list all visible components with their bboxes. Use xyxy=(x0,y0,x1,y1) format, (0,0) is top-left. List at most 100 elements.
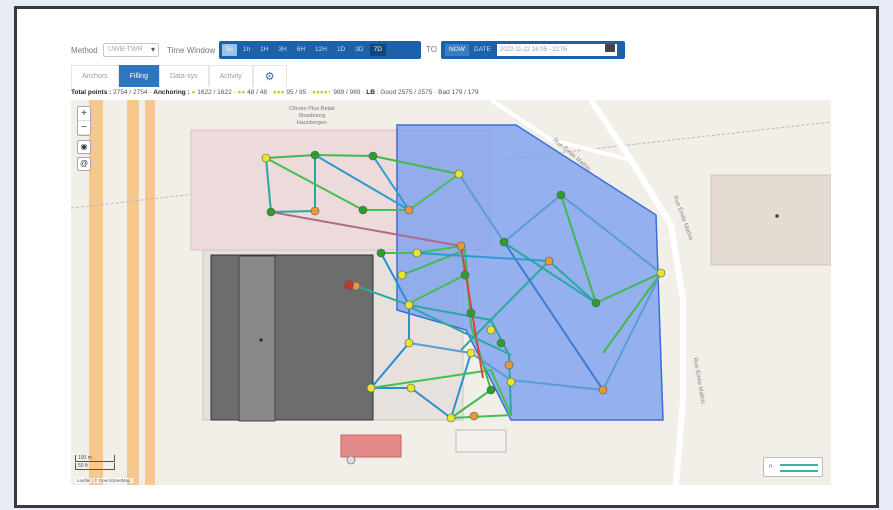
locate-icon[interactable]: ◉ xyxy=(77,140,91,154)
tab-data-sys[interactable]: Data-sys xyxy=(158,65,209,87)
anchor-marker[interactable] xyxy=(266,207,276,217)
magnet-icon: ∩ xyxy=(768,463,774,470)
time-button-5s[interactable]: 5s xyxy=(222,44,237,56)
anchoring-4-icon: ●●●●+ xyxy=(312,89,332,96)
time-window-group: 5s 1h 1H 3H 6H 12H 1D 3D 7D xyxy=(219,41,421,59)
tab-anchors[interactable]: Anchors xyxy=(71,65,119,87)
map-legend[interactable]: ∩ xyxy=(763,457,823,477)
map-attribution[interactable]: Leaflet | © OpenStreetMap xyxy=(75,478,133,483)
anchor-marker[interactable] xyxy=(656,268,666,278)
anchor-marker[interactable] xyxy=(404,205,414,215)
bad-count: Bad 179 / 179 xyxy=(438,89,479,96)
zoom-control: + − xyxy=(77,106,91,136)
place-label: Citroën Plus Retail Strasbourg Hausbergen xyxy=(289,106,335,126)
legend-line-2 xyxy=(780,470,818,472)
scale-bar: 100 m 50 ft xyxy=(75,455,115,471)
anchor-marker[interactable] xyxy=(544,256,554,266)
anchor-marker[interactable] xyxy=(504,360,514,370)
time-button-6h[interactable]: 6H xyxy=(293,44,309,56)
anchor-marker[interactable] xyxy=(460,270,470,280)
total-label: Total points : xyxy=(71,89,112,96)
tab-filling[interactable]: Filling xyxy=(118,65,159,87)
anchor-marker[interactable] xyxy=(466,348,476,358)
good-count: Good 2575 / 2575 xyxy=(380,89,433,96)
anchoring-3-icon: ●●● xyxy=(272,89,285,96)
bad-marker[interactable] xyxy=(344,280,354,290)
anchor-marker[interactable] xyxy=(406,383,416,393)
scale-bar-metric: 100 m xyxy=(75,455,115,462)
date-button[interactable]: DATE xyxy=(471,44,494,56)
lb-label: LB xyxy=(366,89,375,96)
calendar-icon[interactable] xyxy=(605,44,615,52)
layers-icon[interactable]: @ xyxy=(77,157,91,171)
road-vertical-3 xyxy=(145,100,155,485)
method-select[interactable]: UWB-TWR ▾ xyxy=(103,43,159,57)
total-value: 2754 / 2754 xyxy=(113,89,148,96)
minus-icon[interactable]: − xyxy=(78,121,90,135)
poi-dot xyxy=(259,338,263,342)
pin-marker[interactable] xyxy=(346,455,356,465)
time-window-label: Time Window xyxy=(167,46,216,55)
anchoring-1: 1622 / 1622 xyxy=(197,89,232,96)
anchor-marker[interactable] xyxy=(446,413,456,423)
anchoring-1-icon: ● xyxy=(191,89,196,96)
tab-activity[interactable]: Activity xyxy=(208,65,253,87)
road-vertical-2 xyxy=(127,100,139,485)
tab-bar: Anchors Filling Data-sys Activity ⚙ xyxy=(71,65,287,87)
poi-dot xyxy=(775,214,779,218)
anchor-marker[interactable] xyxy=(454,169,464,179)
building-red xyxy=(340,434,402,458)
anchor-marker[interactable] xyxy=(466,308,476,318)
now-button[interactable]: NOW xyxy=(445,44,469,56)
anchor-marker[interactable] xyxy=(310,206,320,216)
anchoring-2: 48 / 48 xyxy=(247,89,267,96)
building-right xyxy=(710,174,831,266)
legend-line-1 xyxy=(780,464,818,466)
time-button-3h[interactable]: 3H xyxy=(274,44,290,56)
time-button-12h[interactable]: 12H xyxy=(311,44,331,56)
method-label: Method xyxy=(71,46,98,55)
anchoring-2-icon: ●● xyxy=(237,89,246,96)
anchor-marker[interactable] xyxy=(486,385,496,395)
to-label: TO xyxy=(426,45,437,54)
anchor-marker[interactable] xyxy=(499,237,509,247)
anchor-marker[interactable] xyxy=(261,153,271,163)
plus-icon[interactable]: + xyxy=(78,107,90,121)
time-button-1d[interactable]: 1D xyxy=(333,44,349,56)
anchor-marker[interactable] xyxy=(556,190,566,200)
time-button-3d[interactable]: 3D xyxy=(351,44,367,56)
building-small xyxy=(455,429,507,453)
map-view[interactable]: Citroën Plus Retail Strasbourg Hausbergen … xyxy=(71,100,831,485)
time-button-1h-alt[interactable]: 1H xyxy=(256,44,272,56)
date-input[interactable]: 2022-11-22 16:05 - 22:05 xyxy=(497,44,617,56)
anchor-marker[interactable] xyxy=(412,248,422,258)
anchor-marker[interactable] xyxy=(404,338,414,348)
anchor-marker[interactable] xyxy=(366,383,376,393)
anchor-marker[interactable] xyxy=(469,411,479,421)
time-button-1h[interactable]: 1h xyxy=(239,44,254,56)
app-frame: Method UWB-TWR ▾ Time Window 5s 1h 1H 3H… xyxy=(14,6,879,508)
anchor-marker[interactable] xyxy=(310,150,320,160)
toolbar: Method UWB-TWR ▾ Time Window 5s 1h 1H 3H… xyxy=(17,9,876,99)
date-range-group: NOW DATE 2022-11-22 16:05 - 22:05 xyxy=(441,41,625,59)
anchoring-label: Anchoring : xyxy=(153,89,190,96)
anchor-marker[interactable] xyxy=(591,298,601,308)
anchor-marker[interactable] xyxy=(598,385,608,395)
map-canvas xyxy=(71,100,831,485)
building-grey xyxy=(210,254,374,421)
gear-icon[interactable]: ⚙ xyxy=(252,65,287,87)
anchor-marker[interactable] xyxy=(358,205,368,215)
anchor-marker[interactable] xyxy=(368,151,378,161)
anchor-marker[interactable] xyxy=(486,325,496,335)
time-button-7d[interactable]: 7D xyxy=(369,44,386,56)
anchoring-3: 95 / 95 xyxy=(286,89,307,96)
anchor-marker[interactable] xyxy=(404,300,414,310)
method-value: UWB-TWR xyxy=(108,46,143,53)
anchor-marker[interactable] xyxy=(456,241,466,251)
anchor-marker[interactable] xyxy=(397,270,407,280)
anchor-marker[interactable] xyxy=(506,377,516,387)
anchor-marker[interactable] xyxy=(376,248,386,258)
scale-bar-imperial: 50 ft xyxy=(75,463,115,470)
anchoring-4: 989 / 989 xyxy=(333,89,361,96)
anchor-marker[interactable] xyxy=(496,338,506,348)
